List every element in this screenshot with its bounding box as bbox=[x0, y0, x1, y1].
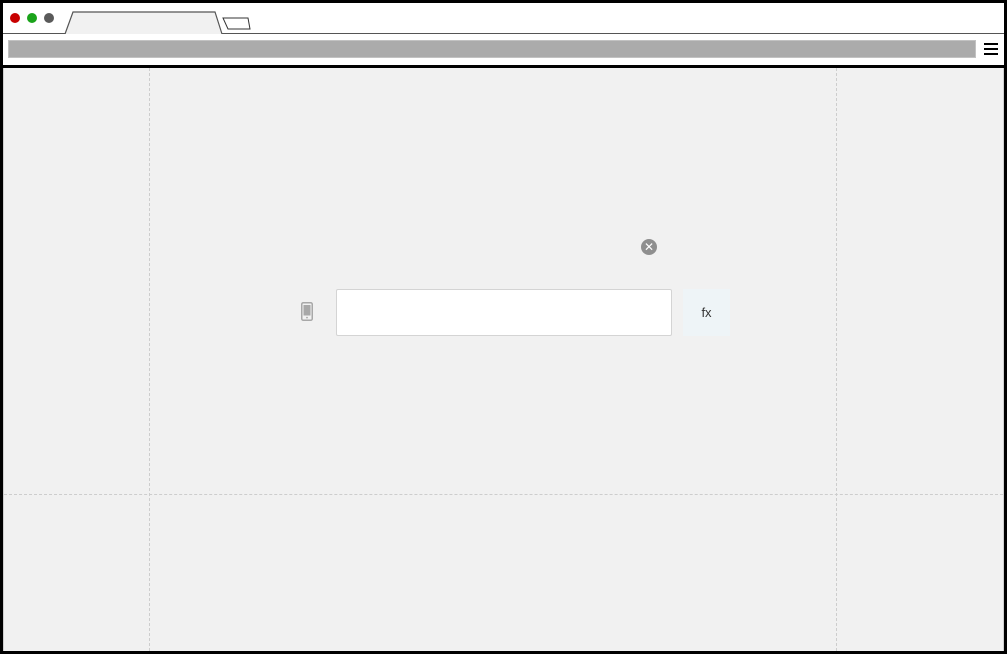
mobile-phone-icon bbox=[301, 302, 313, 321]
browser-window: ✕ fx bbox=[3, 3, 1004, 651]
guide-bottom bbox=[4, 494, 1003, 495]
guide-right bbox=[836, 68, 837, 651]
address-bar[interactable] bbox=[8, 40, 976, 58]
new-tab-icon[interactable] bbox=[222, 17, 251, 30]
minimize-window-icon[interactable] bbox=[44, 13, 54, 23]
guide-left bbox=[149, 68, 150, 651]
active-tab[interactable] bbox=[64, 11, 223, 35]
tab-strip bbox=[3, 3, 1004, 35]
tabs-icon bbox=[64, 11, 251, 35]
close-circle-icon[interactable]: ✕ bbox=[641, 239, 657, 255]
page-canvas: ✕ fx bbox=[3, 68, 1004, 651]
maximize-window-icon[interactable] bbox=[27, 13, 37, 23]
close-window-icon[interactable] bbox=[10, 13, 20, 23]
menu-icon[interactable] bbox=[984, 43, 998, 55]
value-input[interactable] bbox=[336, 289, 672, 336]
toolbar bbox=[3, 34, 1004, 68]
fx-button[interactable]: fx bbox=[683, 289, 730, 336]
